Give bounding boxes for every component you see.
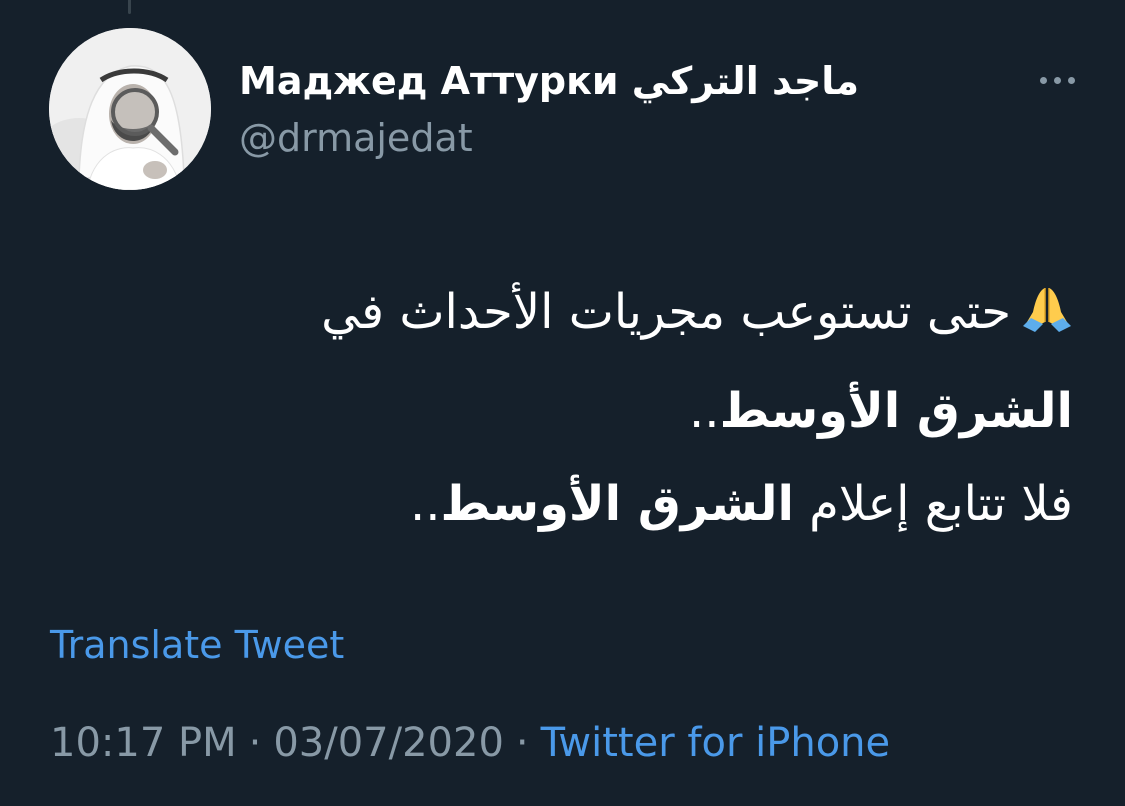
- meta-separator: ·: [248, 720, 262, 766]
- avatar[interactable]: [49, 28, 211, 190]
- tweet-time: 10:17 PM: [50, 720, 237, 766]
- tweet-line-1: حتى تستوعب مجريات الأحداث في: [73, 266, 1073, 365]
- author-handle[interactable]: @drmajedat: [239, 115, 473, 161]
- tweet-line-3: فلا تتابع إعلام الشرق الأوسط..: [73, 458, 1073, 551]
- tweet-source-link[interactable]: Twitter for iPhone: [541, 720, 891, 766]
- meta-separator: ·: [515, 720, 529, 766]
- tweet-line-3-text: فلا تتابع إعلام: [793, 476, 1073, 532]
- tweet-line-2: الشرق الأوسط..: [73, 365, 1073, 458]
- author-display-name[interactable]: Маджед Аттурки ماجد التركي: [239, 58, 859, 104]
- more-horizontal-icon-dot: [1067, 76, 1075, 84]
- tweet-line-2-trail: ..: [689, 383, 720, 439]
- translate-tweet-link[interactable]: Translate Tweet: [50, 622, 344, 668]
- tweet-line-3-bold: الشرق الأوسط: [440, 476, 794, 532]
- tweet-line-1-text: حتى تستوعب مجريات الأحداث في: [321, 284, 1011, 340]
- profile-photo-icon: [49, 28, 211, 190]
- tweet-date: 03/07/2020: [273, 720, 504, 766]
- tweet-line-3-trail: ..: [409, 476, 441, 532]
- tweet-line-2-bold: الشرق الأوسط: [719, 383, 1073, 439]
- thread-connector-line: [128, 0, 131, 14]
- more-options-button[interactable]: [1025, 62, 1089, 98]
- more-horizontal-icon: [1039, 76, 1047, 84]
- tweet-text: حتى تستوعب مجريات الأحداث في الشرق الأوس…: [73, 266, 1073, 551]
- folded-hands-emoji-icon: [1021, 272, 1073, 365]
- tweet-metadata: 10:17 PM · 03/07/2020 · Twitter for iPhone: [50, 718, 890, 768]
- more-horizontal-icon-dot: [1053, 76, 1061, 84]
